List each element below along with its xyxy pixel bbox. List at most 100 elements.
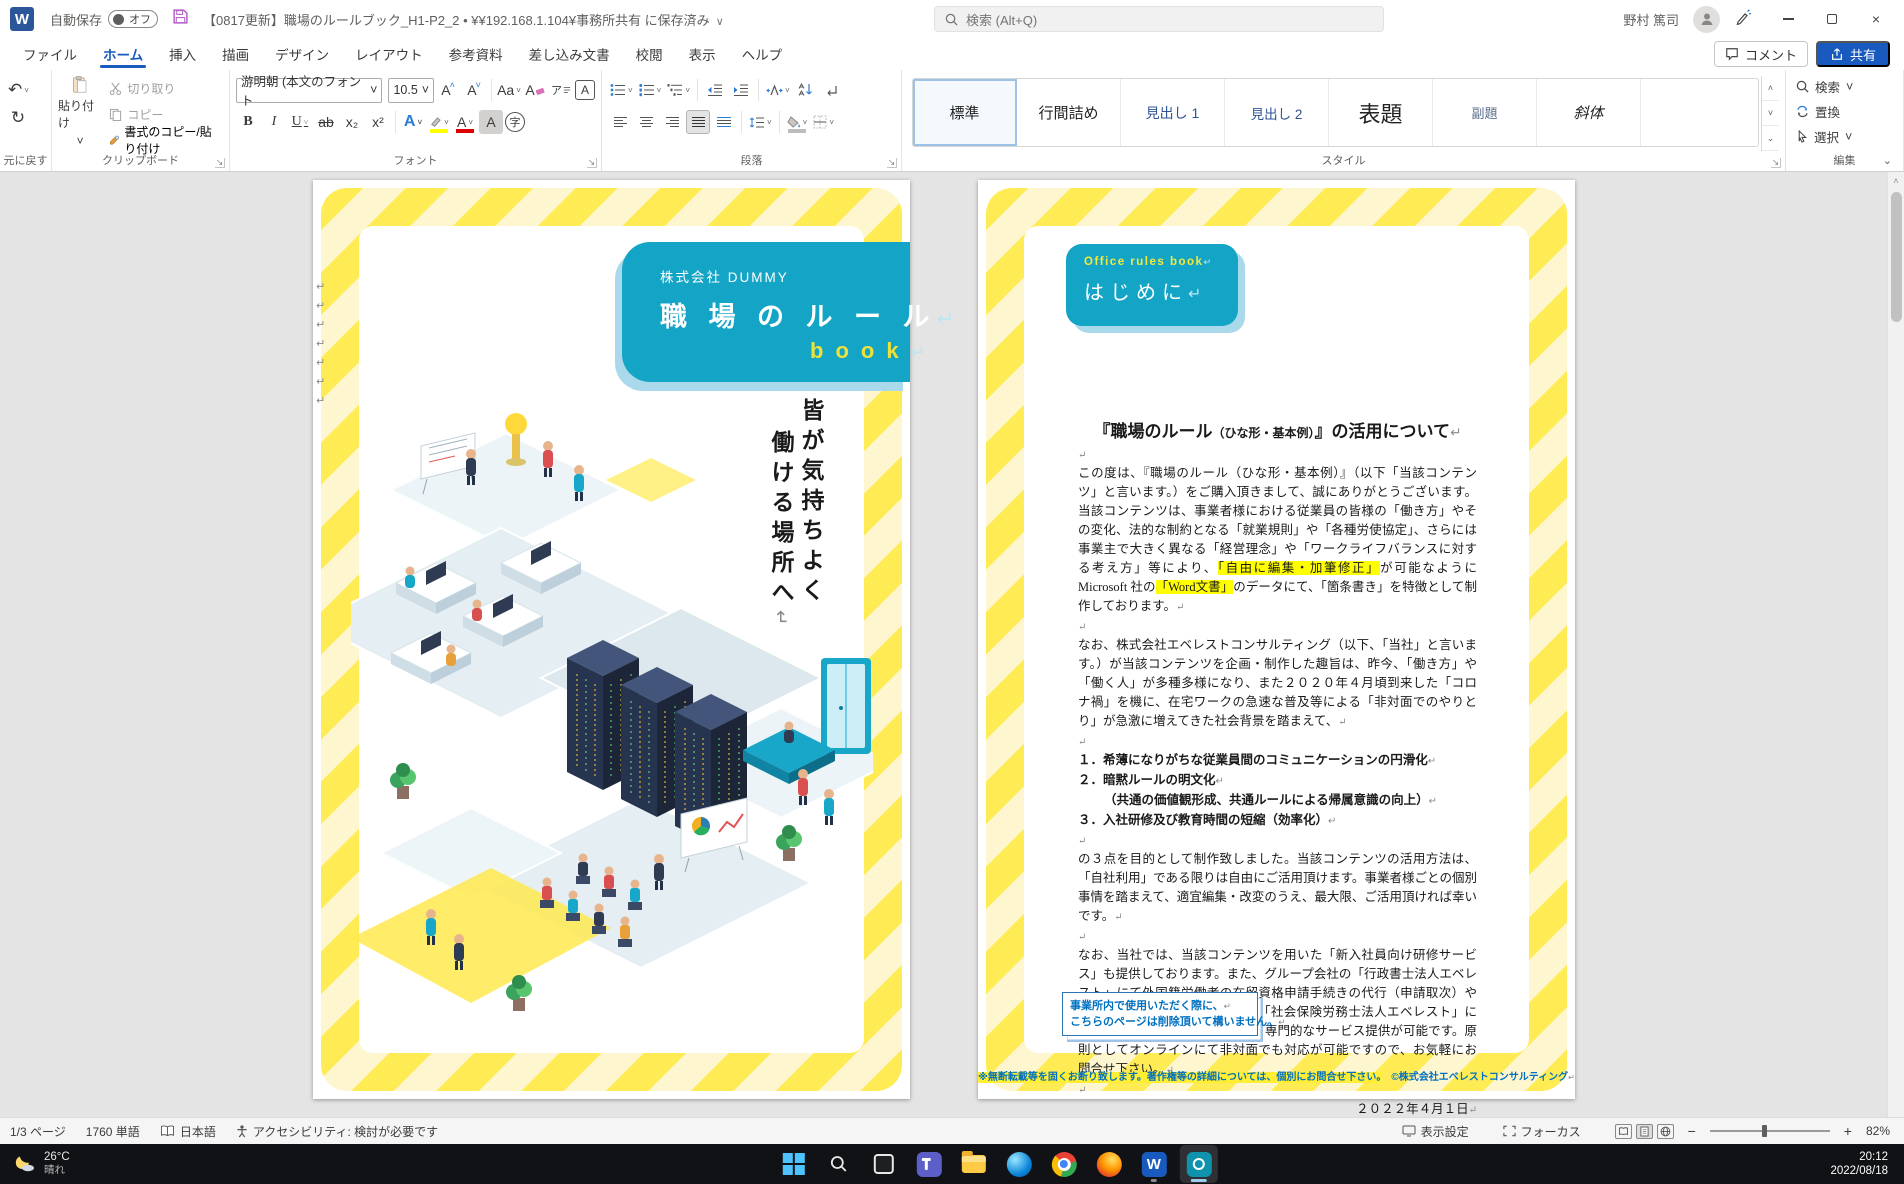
minimize-button[interactable] [1766, 0, 1810, 38]
style-subtitle[interactable]: 副題 [1433, 79, 1537, 146]
asian-layout-button[interactable]: ˅ [764, 78, 792, 102]
styles-more-button[interactable]: ⌄ [1762, 126, 1779, 151]
start-button[interactable] [775, 1145, 813, 1183]
zoom-slider[interactable] [1710, 1130, 1830, 1132]
paragraph-2[interactable]: なお、株式会社エベレストコンサルティング（以下、「当社」と言います。）が当該コン… [1078, 636, 1477, 732]
read-mode-button[interactable] [1615, 1124, 1632, 1139]
style-heading1[interactable]: 見出し 1 [1121, 79, 1225, 146]
font-color-button[interactable]: A˅ [453, 110, 477, 134]
file-explorer-button[interactable] [955, 1145, 993, 1183]
taskbar-clock[interactable]: 20:12 2022/08/18 [1830, 1150, 1904, 1178]
screen-capture-button[interactable] [1180, 1145, 1218, 1183]
text-highlight-button[interactable]: ˅ [427, 110, 451, 134]
autosave-switch[interactable]: オフ [108, 10, 158, 28]
scroll-up-icon[interactable]: ˄ [1888, 172, 1904, 189]
bold-button[interactable]: B [236, 110, 260, 134]
text-effects-button[interactable]: A˅ [401, 110, 425, 134]
undo-button[interactable]: ↶˅ [6, 78, 31, 102]
sort-button[interactable] [794, 78, 818, 102]
edge-button[interactable] [1000, 1145, 1038, 1183]
underline-button[interactable]: U˅ [288, 110, 312, 134]
styles-dialog-launcher[interactable]: ↘ [1771, 158, 1781, 168]
tab-mailings[interactable]: 差し込み文書 [516, 38, 623, 70]
style-title[interactable]: 表題 [1329, 79, 1433, 146]
enclose-characters-button[interactable]: A [575, 80, 595, 100]
zoom-level[interactable]: 82% [1866, 1124, 1890, 1138]
shrink-font-button[interactable]: A˅ [462, 78, 486, 102]
increase-indent-button[interactable] [729, 78, 753, 102]
multilevel-list-button[interactable]: ˅ [665, 78, 692, 102]
chrome-button[interactable] [1045, 1145, 1083, 1183]
distribute-button[interactable] [712, 110, 736, 134]
word-logo-icon[interactable]: W [10, 7, 34, 31]
web-layout-button[interactable] [1657, 1124, 1674, 1139]
document-page-2[interactable]: Office rules book↵ はじめに↵ 『職場のルール（ひな形・基本例… [978, 180, 1575, 1099]
tab-insert[interactable]: 挿入 [156, 38, 209, 70]
subscript-button[interactable]: x₂ [340, 110, 364, 134]
document-page-1[interactable]: ↵↵↵↵↵↵↵ 株式会社 DUMMY 職 場 の ル ー ル↵ book↵ 皆が… [313, 180, 910, 1099]
clipboard-dialog-launcher[interactable]: ↘ [215, 158, 225, 168]
style-no-spacing[interactable]: 行間詰め [1017, 79, 1121, 146]
format-painter-button[interactable]: 書式のコピー/貼り付け [106, 129, 223, 151]
save-icon[interactable] [172, 8, 189, 30]
focus-mode-button[interactable]: フォーカス [1503, 1123, 1581, 1140]
maximize-button[interactable] [1810, 0, 1854, 38]
numbering-button[interactable]: ˅ [637, 78, 664, 102]
bullets-button[interactable]: ˅ [608, 78, 635, 102]
tab-design[interactable]: デザイン [262, 38, 342, 70]
scrollbar-thumb[interactable] [1891, 192, 1902, 322]
style-normal[interactable]: 標準 [913, 79, 1017, 146]
align-left-button[interactable] [608, 110, 632, 134]
vertical-scrollbar[interactable]: ˄ [1887, 172, 1904, 1117]
ruby-button[interactable]: ア [549, 78, 573, 102]
borders-button[interactable]: ˅ [811, 110, 836, 134]
replace-button[interactable]: 置換 [1792, 99, 1897, 124]
grow-font-button[interactable]: A˄ [436, 78, 460, 102]
italic-button[interactable]: I [262, 110, 286, 134]
weather-widget[interactable]: 26°C 晴れ [0, 1151, 84, 1177]
teams-button[interactable] [910, 1145, 948, 1183]
align-center-button[interactable] [634, 110, 658, 134]
tab-home[interactable]: ホーム [90, 38, 156, 70]
superscript-button[interactable]: x² [366, 110, 390, 134]
font-dialog-launcher[interactable]: ↘ [587, 158, 597, 168]
tab-help[interactable]: ヘルプ [729, 38, 796, 70]
purpose-list[interactable]: １．希薄になりがちな従業員間のコミュニケーションの円滑化↵ ２．暗黙ルールの明文… [1078, 751, 1477, 831]
word-taskbar-button[interactable]: W [1135, 1145, 1173, 1183]
font-size-combo[interactable]: 10.5˅ [388, 78, 434, 103]
tab-layout[interactable]: レイアウト [342, 38, 436, 70]
tab-view[interactable]: 表示 [676, 38, 729, 70]
close-button[interactable]: × [1854, 0, 1898, 38]
line-spacing-button[interactable]: ˅ [747, 110, 774, 134]
change-case-button[interactable]: Aa˅ [497, 78, 521, 102]
shading-button[interactable]: ˅ [785, 110, 810, 134]
taskbar-search-button[interactable] [820, 1145, 858, 1183]
firefox-button[interactable] [1090, 1145, 1128, 1183]
ribbon-collapse-icon[interactable]: ⌄ [1883, 154, 1892, 167]
display-settings-button[interactable]: 表示設定 [1402, 1123, 1469, 1140]
redo-button[interactable]: ↻ [6, 106, 30, 130]
paragraph-3[interactable]: の３点を目的として制作致しました。当該コンテンツの活用方法は、「自社利用」である… [1078, 850, 1477, 927]
clear-formatting-button[interactable]: A [523, 78, 547, 102]
accessibility-status[interactable]: アクセシビリティ: 検討が必要です [236, 1123, 438, 1140]
find-button[interactable]: 検索˅ [1792, 74, 1897, 99]
enclose-character-circle-button[interactable]: 字 [505, 112, 525, 132]
zoom-in-button[interactable]: + [1844, 1123, 1852, 1139]
style-heading2[interactable]: 見出し 2 [1225, 79, 1329, 146]
zoom-slider-thumb[interactable] [1762, 1125, 1767, 1137]
justify-button[interactable] [686, 110, 710, 134]
styles-scroll-down[interactable]: ˅ [1762, 101, 1779, 126]
task-view-button[interactable] [865, 1145, 903, 1183]
tab-references[interactable]: 参考資料 [436, 38, 516, 70]
copy-button[interactable]: コピー [106, 104, 223, 126]
font-name-combo[interactable]: 游明朝 (本文のフォント˅ [236, 78, 382, 103]
styles-scroll-up[interactable]: ˄ [1762, 76, 1779, 101]
paste-button[interactable]: 貼り付け ˅ [58, 76, 102, 148]
paragraph-1[interactable]: この度は、『職場のルール（ひな形・基本例）』（以下「当該コンテンツ」と言います。… [1078, 464, 1477, 617]
strikethrough-button[interactable]: ab [314, 110, 338, 134]
document-title[interactable]: 【0817更新】職場のルールブック_H1-P2_2 • ¥¥192.168.1.… [203, 10, 724, 29]
autosave-toggle[interactable]: 自動保存 オフ [50, 10, 158, 29]
print-layout-button[interactable] [1636, 1124, 1653, 1139]
align-right-button[interactable] [660, 110, 684, 134]
search-input[interactable]: 検索 (Alt+Q) [934, 6, 1384, 32]
